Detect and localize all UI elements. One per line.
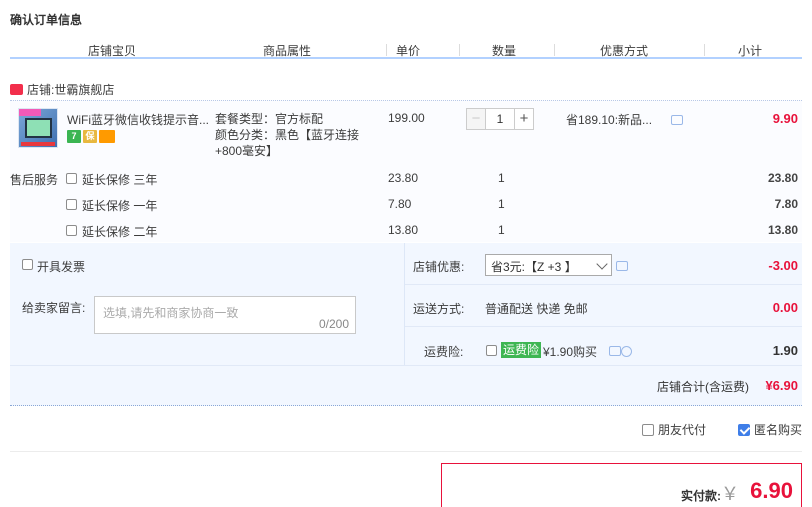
invoice-label: 开具发票 bbox=[37, 260, 86, 274]
col-separator bbox=[386, 44, 387, 56]
unit-price: 199.00 bbox=[388, 111, 425, 125]
message-label: 给卖家留言: bbox=[22, 301, 86, 315]
page-title: 确认订单信息 bbox=[10, 13, 83, 27]
insurance-value: 1.90 bbox=[772, 343, 798, 358]
insurance-checkbox[interactable] bbox=[486, 345, 497, 356]
tmall-badge-icon bbox=[10, 83, 23, 95]
shipping-label: 运送方式: bbox=[413, 302, 465, 316]
friend-pay-label: 朋友代付 bbox=[658, 423, 707, 437]
chevron-down-icon bbox=[596, 258, 608, 270]
thumb-strip bbox=[21, 142, 55, 146]
help-icon[interactable] bbox=[621, 346, 632, 357]
discount-info-icon[interactable] bbox=[671, 115, 683, 125]
item-subtotal: 9.90 bbox=[772, 111, 798, 126]
warranty-2yr-checkbox[interactable] bbox=[66, 225, 77, 236]
thumb-device bbox=[25, 118, 52, 138]
anonymous-label: 匿名购买 bbox=[754, 423, 803, 437]
col-subtotal: 小计 bbox=[738, 44, 763, 58]
friend-pay-option[interactable]: 朋友代付 bbox=[642, 421, 706, 438]
quantity-stepper: − 1 + bbox=[466, 108, 534, 130]
col-unit-price: 单价 bbox=[396, 44, 421, 58]
warranty-2yr-qty: 1 bbox=[498, 223, 505, 237]
anonymous-option[interactable]: 匿名购买 bbox=[738, 421, 802, 438]
col-separator bbox=[704, 44, 705, 56]
payment-value: 6.90 bbox=[750, 478, 793, 503]
warranty-2yr-subtotal: 13.80 bbox=[767, 223, 798, 237]
product-title-link[interactable]: WiFi蓝牙微信收钱提示音... bbox=[67, 111, 215, 128]
service-icons: 7 保 bbox=[67, 130, 115, 143]
thumb-tag bbox=[19, 109, 41, 116]
invoice-checkbox[interactable] bbox=[22, 259, 33, 270]
after-sales-label: 售后服务 bbox=[10, 173, 59, 187]
payment-summary: 实付款: ￥ 6.90 bbox=[441, 463, 802, 507]
seven-day-return-icon[interactable]: 7 bbox=[67, 130, 81, 143]
insurance-tag: 运费险 bbox=[501, 342, 542, 358]
warranty-3yr-qty: 1 bbox=[498, 171, 505, 185]
credit-card-icon[interactable] bbox=[99, 130, 115, 143]
payment-label: 实付款: bbox=[681, 489, 721, 503]
col-shop-item: 店铺宝贝 bbox=[88, 44, 137, 58]
insurance-chat-icon[interactable] bbox=[609, 346, 621, 356]
product-attributes: 套餐类型：官方标配 颜色分类：黑色【蓝牙连接+800毫安】 bbox=[215, 111, 375, 159]
quantity-input[interactable]: 1 bbox=[486, 108, 514, 130]
warranty-1yr-subtotal: 7.80 bbox=[774, 197, 798, 211]
guarantee-icon[interactable]: 保 bbox=[83, 130, 97, 143]
warranty-2yr-price: 13.80 bbox=[388, 223, 419, 237]
shop-discount-value: -3.00 bbox=[768, 258, 798, 273]
col-attributes: 商品属性 bbox=[263, 44, 312, 58]
warranty-3yr-name: 延长保修 三年 bbox=[82, 173, 158, 187]
attr-package: 套餐类型：官方标配 bbox=[215, 112, 324, 126]
message-char-count: 0/200 bbox=[318, 317, 349, 331]
warranty-1yr-price: 7.80 bbox=[388, 197, 412, 211]
warranty-3yr-checkbox[interactable] bbox=[66, 173, 77, 184]
discount-info-icon[interactable] bbox=[616, 261, 628, 271]
friend-pay-checkbox[interactable] bbox=[642, 423, 654, 436]
shop-name-link[interactable]: 世霸旗舰店 bbox=[54, 81, 114, 98]
row-divider bbox=[405, 326, 802, 327]
warranty-1yr-name: 延长保修 一年 bbox=[82, 199, 158, 213]
attr-color: 颜色分类：黑色【蓝牙连接+800毫安】 bbox=[215, 128, 360, 158]
warranty-1yr-qty: 1 bbox=[498, 197, 505, 211]
shop-discount-selected: 省3元:【Z +3 】 bbox=[491, 260, 577, 274]
col-discount: 优惠方式 bbox=[600, 44, 649, 58]
shop-discount-label: 店铺优惠: bbox=[413, 260, 465, 274]
shipping-method: 普通配送 快递 免邮 bbox=[485, 302, 588, 316]
col-separator bbox=[459, 44, 460, 56]
shipping-value: 0.00 bbox=[772, 300, 798, 315]
col-quantity: 数量 bbox=[492, 44, 517, 58]
table-header: 店铺宝贝 商品属性 单价 数量 优惠方式 小计 bbox=[10, 37, 802, 59]
panel-divider bbox=[404, 243, 405, 365]
quantity-increase-button[interactable]: + bbox=[514, 108, 534, 130]
quantity-decrease-button[interactable]: − bbox=[466, 108, 486, 130]
message-placeholder: 选填,请先和商家协商一致 bbox=[103, 306, 239, 320]
shop-discount-select[interactable]: 省3元:【Z +3 】 bbox=[485, 254, 612, 276]
warranty-2yr-name: 延长保修 二年 bbox=[82, 225, 158, 239]
payment-currency: ￥ bbox=[721, 484, 739, 504]
warranty-3yr-price: 23.80 bbox=[388, 171, 419, 185]
product-thumbnail[interactable] bbox=[18, 108, 58, 148]
anonymous-checkbox[interactable] bbox=[738, 423, 750, 436]
shop-total-value: ¥6.90 bbox=[765, 378, 798, 393]
warranty-3yr-subtotal: 23.80 bbox=[767, 171, 798, 185]
shop-label: 店铺: bbox=[27, 82, 55, 97]
row-divider bbox=[405, 284, 802, 285]
col-separator bbox=[554, 44, 555, 56]
insurance-price: ¥1.90购买 bbox=[543, 345, 598, 359]
message-textarea[interactable]: 选填,请先和商家协商一致 0/200 bbox=[94, 296, 356, 334]
shop-total-label: 店铺合计(含运费) bbox=[657, 380, 749, 394]
insurance-label: 运费险: bbox=[424, 345, 464, 359]
row-divider bbox=[10, 365, 802, 366]
shop-row: 店铺: 世霸旗舰店 bbox=[10, 80, 114, 98]
discount-text: 省189.10:新品... bbox=[566, 113, 653, 127]
section-divider bbox=[10, 451, 802, 452]
warranty-1yr-checkbox[interactable] bbox=[66, 199, 77, 210]
